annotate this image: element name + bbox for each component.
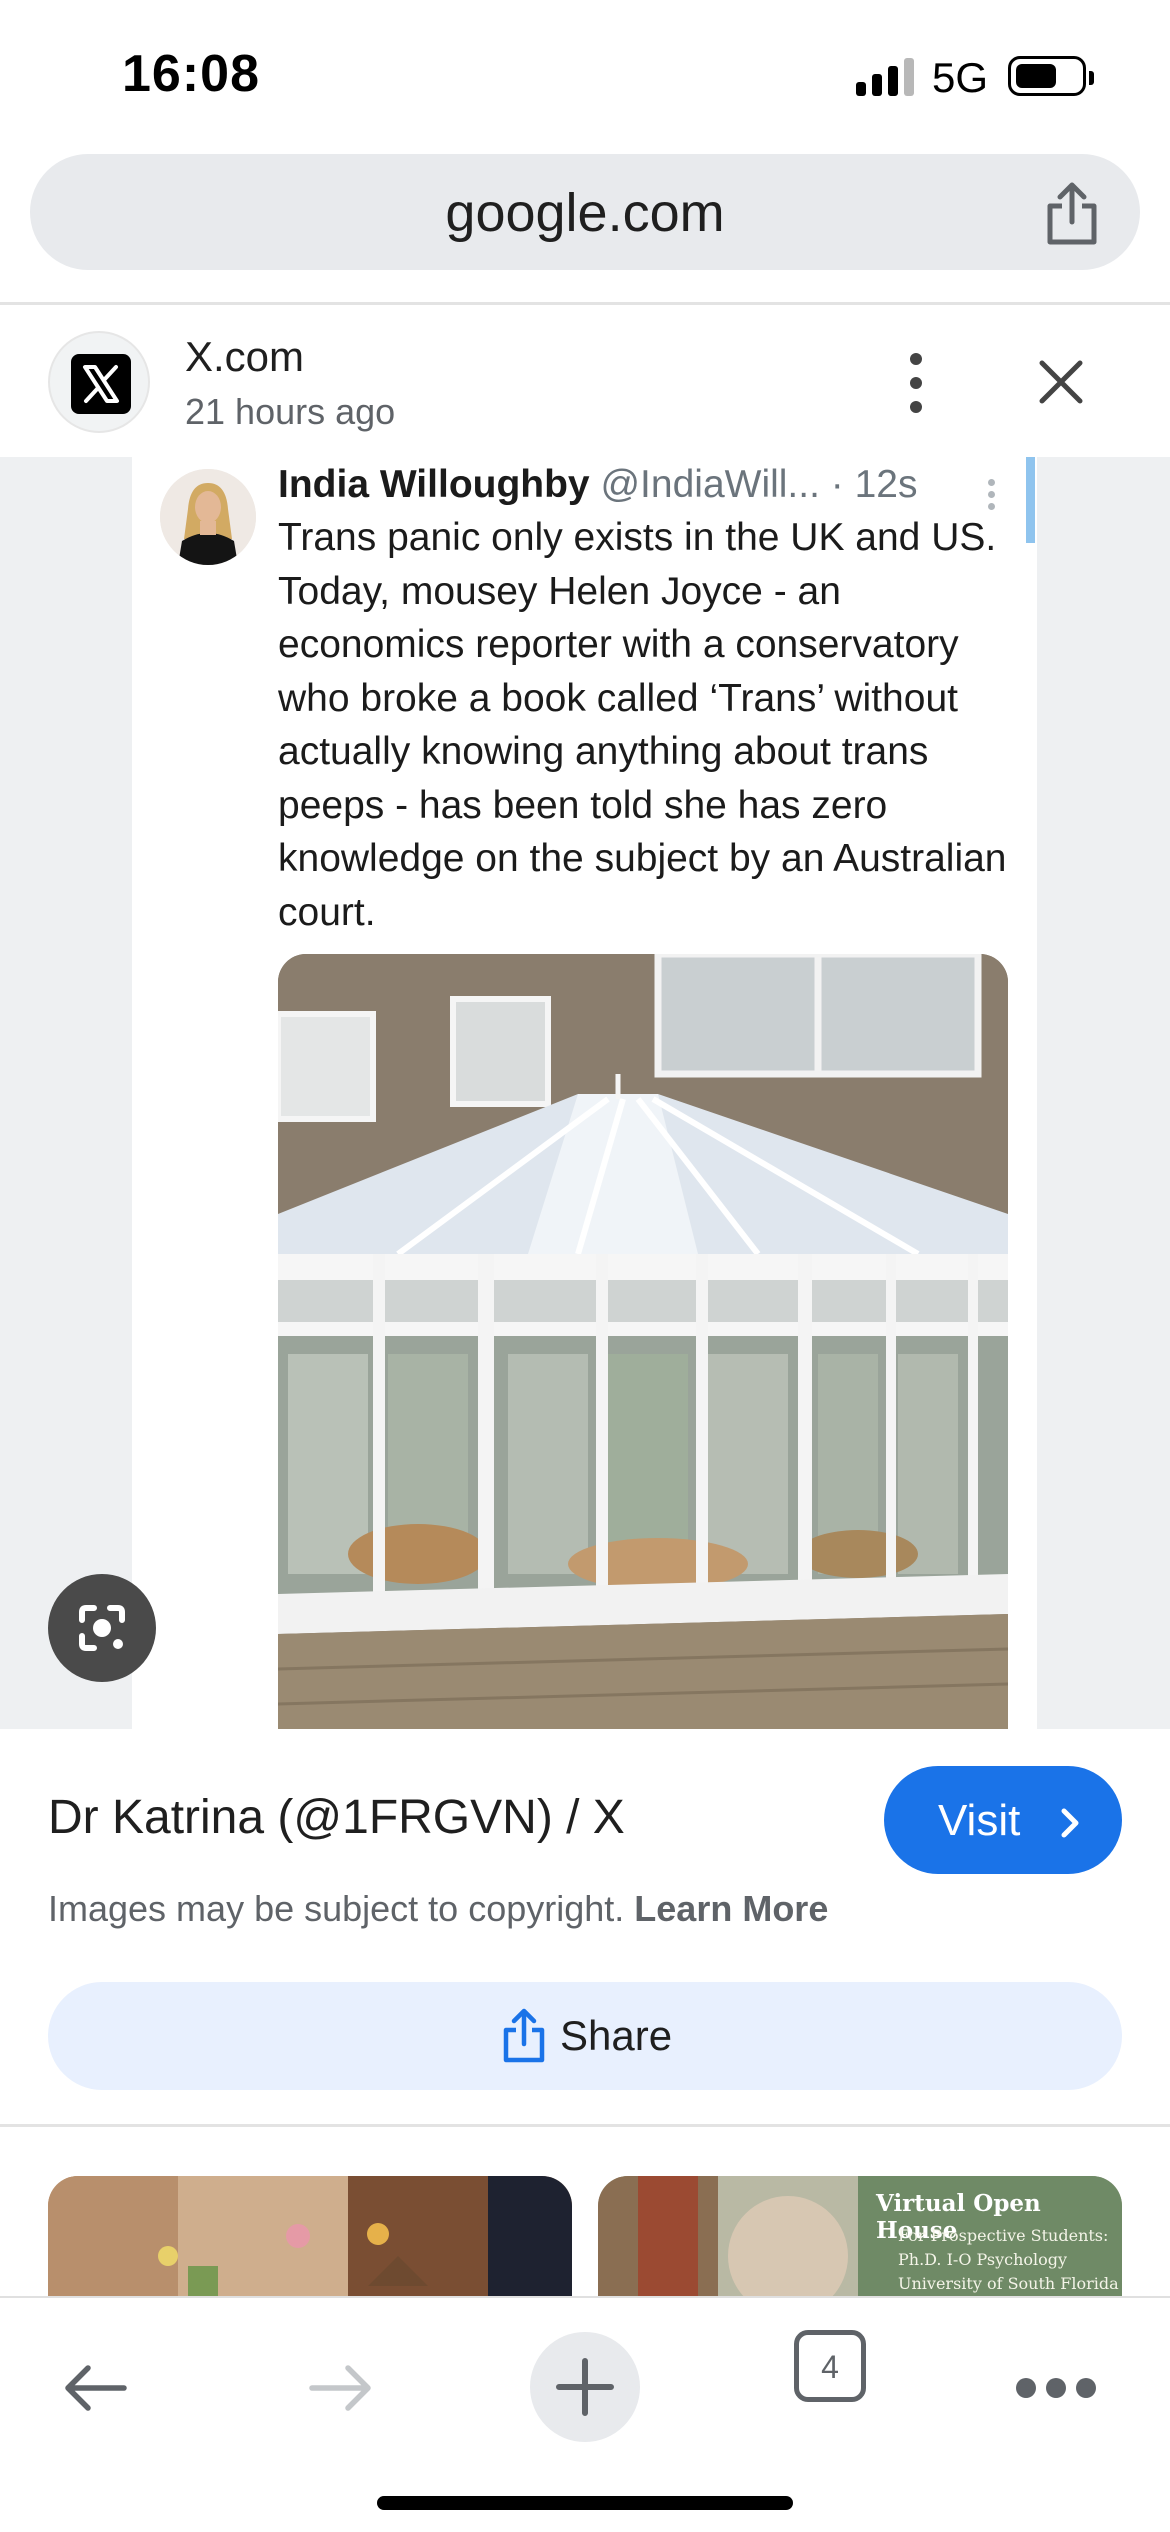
chevron-right-icon — [1056, 1802, 1084, 1838]
source-site-name[interactable]: X.com — [185, 333, 304, 381]
source-header: X.com 21 hours ago — [0, 305, 1170, 457]
section-divider — [0, 2124, 1170, 2127]
lens-search-icon[interactable] — [48, 1574, 156, 1682]
share-icon — [500, 2008, 548, 2064]
status-time: 16:08 — [122, 45, 260, 103]
result-title[interactable]: Dr Katrina (@1FRGVN) / X — [48, 1790, 625, 1845]
network-type: 5G — [932, 54, 989, 101]
home-indicator — [377, 2496, 793, 2510]
more-vertical-icon[interactable] — [890, 349, 942, 419]
battery-icon — [1008, 56, 1094, 96]
share-button[interactable]: Share — [48, 1982, 1122, 2090]
conservatory-photo — [278, 954, 1008, 1729]
thumbnail-subcaption: For Prospective Students: Ph.D. I-O Psyc… — [898, 2226, 1119, 2293]
avatar — [160, 469, 256, 565]
tab-switcher-button[interactable]: 4 — [794, 2330, 866, 2402]
plus-icon[interactable] — [530, 2332, 640, 2442]
visit-button[interactable]: Visit — [884, 1766, 1122, 1874]
related-image-thumbnail[interactable]: Virtual Open House For Prospective Stude… — [598, 2176, 1122, 2296]
scroll-indicator — [1026, 457, 1035, 543]
learn-more-link[interactable]: Learn More — [634, 1888, 828, 1929]
tab-count: 4 — [821, 2349, 839, 2385]
close-icon[interactable] — [1030, 351, 1092, 413]
source-age: 21 hours ago — [185, 391, 396, 432]
related-image-thumbnail[interactable] — [48, 2176, 572, 2296]
tweet-author-name: India Willoughby — [278, 463, 590, 506]
address-bar[interactable]: google.com — [30, 154, 1140, 270]
tweet-author-handle: @IndiaWill... — [600, 463, 820, 506]
arrow-left-icon[interactable] — [60, 2360, 130, 2416]
tweet-timestamp: · 12s — [830, 463, 918, 506]
cellular-signal-icon — [856, 58, 916, 96]
image-preview[interactable]: India Willoughby @IndiaWill... · 12s Tra… — [0, 457, 1170, 1729]
x-logo-icon — [48, 331, 150, 433]
bottom-toolbar: 4 — [0, 2296, 1170, 2532]
arrow-right-icon[interactable] — [306, 2360, 376, 2416]
url-domain[interactable]: google.com — [30, 182, 1140, 244]
share-icon[interactable] — [1042, 180, 1102, 246]
tweet-screenshot: India Willoughby @IndiaWill... · 12s Tra… — [132, 457, 1037, 1729]
more-horizontal-icon[interactable] — [1016, 2378, 1096, 2402]
tweet-header: India Willoughby @IndiaWill... · 12s — [278, 463, 998, 507]
copyright-notice: Images may be subject to copyright. Lear… — [48, 1888, 828, 1930]
visit-label: Visit — [938, 1796, 1021, 1845]
copyright-text: Images may be subject to copyright. — [48, 1888, 625, 1929]
share-label: Share — [560, 2012, 673, 2059]
tweet-text: Trans panic only exists in the UK and US… — [278, 516, 1007, 934]
status-bar: 16:08 5G — [0, 0, 1170, 150]
